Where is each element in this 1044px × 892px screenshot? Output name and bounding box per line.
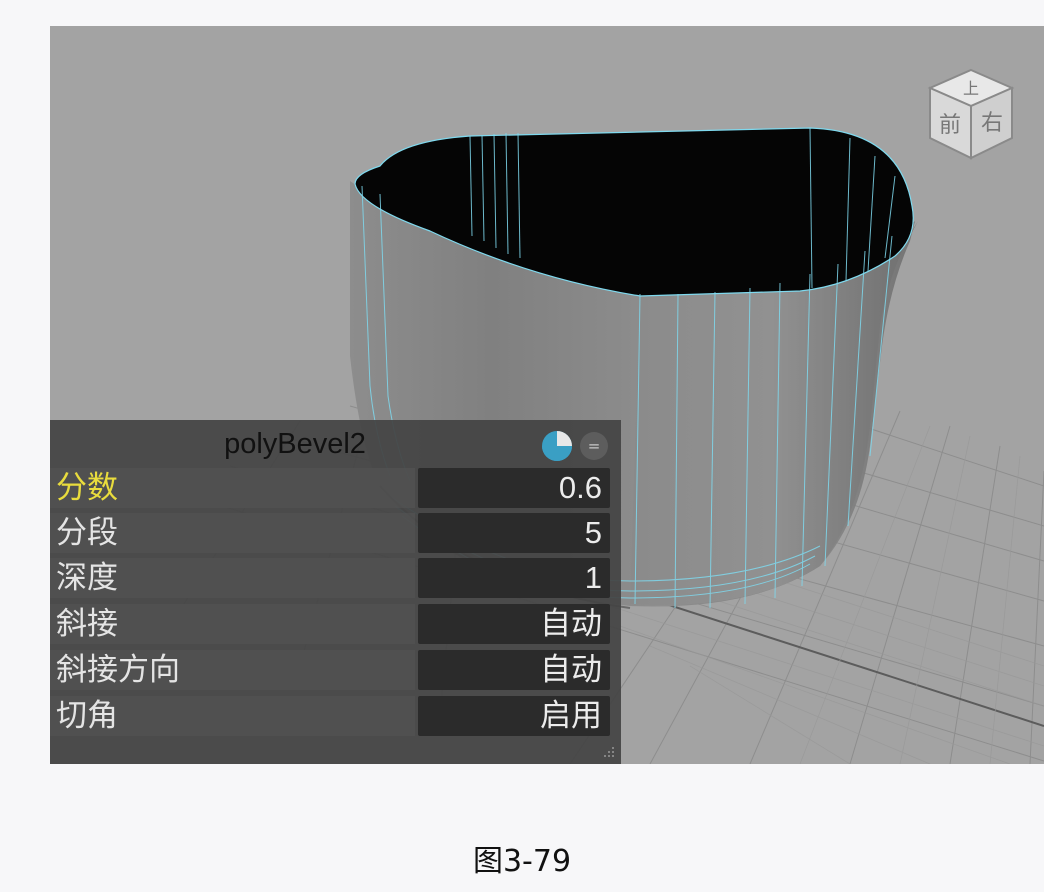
attr-field-miter-along[interactable]: 自动 [418, 650, 610, 690]
attr-value-segments: 5 [584, 515, 602, 550]
attr-value-fraction: 0.6 [558, 470, 602, 505]
menu-icon[interactable]: = [580, 432, 608, 460]
attr-field-segments[interactable]: 5 [418, 513, 610, 553]
attr-field-mitering[interactable]: 自动 [418, 604, 610, 644]
attr-row-miter-along[interactable]: 斜接方向 自动 [50, 648, 621, 692]
attr-label-segments: 分段 [56, 515, 118, 551]
pie-icon[interactable] [541, 430, 573, 462]
attr-value-mitering: 自动 [540, 606, 602, 642]
figure-caption: 图3-79 [472, 844, 572, 879]
attr-label-depth: 深度 [56, 560, 118, 596]
attr-label-fraction: 分数 [56, 470, 118, 506]
viewcube-right-label: 右 [981, 111, 1003, 136]
attr-label-mitering: 斜接 [56, 606, 118, 642]
attr-row-mitering[interactable]: 斜接 自动 [50, 602, 621, 646]
panel-title: polyBevel2 [224, 428, 366, 460]
attr-value-chamfer: 启用 [540, 698, 602, 734]
viewcube-front-label: 前 [939, 113, 961, 138]
attr-row-fraction[interactable]: 分数 0.6 [50, 466, 621, 510]
panel-header: polyBevel2 = [50, 420, 621, 466]
attr-row-segments[interactable]: 分段 5 [50, 511, 621, 555]
attr-row-depth[interactable]: 深度 1 [50, 556, 621, 600]
attr-label-chamfer: 切角 [56, 698, 118, 734]
attr-value-miter-along: 自动 [540, 652, 602, 688]
attr-label-miter-along: 斜接方向 [56, 652, 180, 688]
attr-value-depth: 1 [584, 560, 602, 595]
attr-field-depth[interactable]: 1 [418, 558, 610, 598]
viewcube[interactable]: 上 前 右 [924, 66, 1018, 162]
attr-field-chamfer[interactable]: 启用 [418, 696, 610, 736]
viewcube-top-label: 上 [963, 79, 979, 98]
resize-grip-icon[interactable] [603, 746, 615, 758]
attr-row-chamfer[interactable]: 切角 启用 [50, 694, 621, 738]
attr-field-fraction[interactable]: 0.6 [418, 468, 610, 508]
in-view-editor-panel: polyBevel2 = 分数 0.6 分段 5 深度 1 斜接 自动 斜接方向… [50, 420, 621, 764]
